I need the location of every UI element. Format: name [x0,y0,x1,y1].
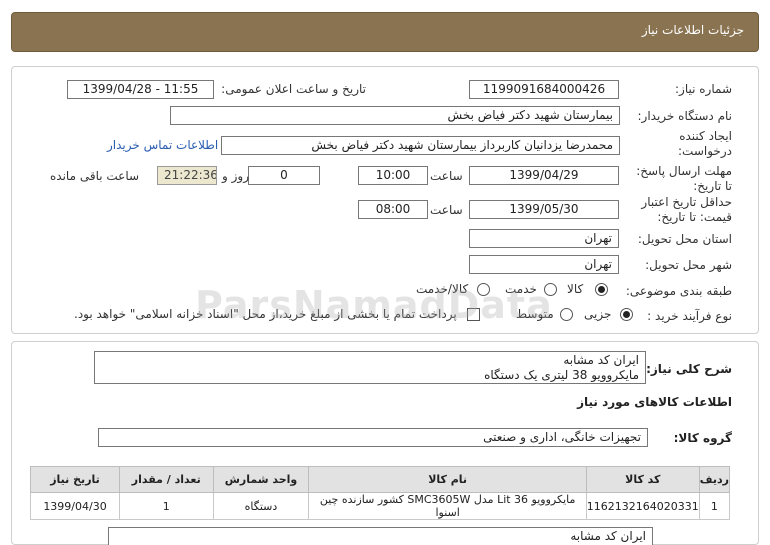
category-radio-service[interactable] [544,283,557,296]
goods-group-label: گروه کالا: [673,431,732,445]
page-header: جزئیات اطلاعات نیاز [11,12,759,52]
validity-date-field[interactable]: 1399/05/30 [469,200,619,219]
col-goods-name: نام کالا [308,466,587,493]
province-label: استان محل تحویل: [637,232,732,246]
buyer-notes-field[interactable]: ایران کد مشابه [108,527,653,545]
treasury-payment-note: پرداخت تمام یا بخشی از مبلغ خرید،از محل … [74,307,457,321]
category-radio-goods-service[interactable] [477,283,490,296]
announce-datetime-label: تاریخ و ساعت اعلان عمومی: [221,82,366,96]
validity-time-label: ساعت [430,203,463,217]
requester-label-line2: درخواست: [678,144,732,158]
goods-table: ردیف کد کالا نام کالا واحد شمارش تعداد /… [29,466,731,520]
buyer-notes-line-1: ایران کد مشابه [570,529,646,543]
need-number-label: شماره نیاز: [675,82,732,96]
category-option-goods-service: کالا/خدمت [416,282,469,296]
validity-label-line1: حداقل تاریخ اعتبار [641,195,732,209]
cell-quantity: 1 [119,492,214,520]
deadline-label-line1: مهلت ارسال پاسخ: [636,164,732,178]
need-number-field[interactable]: 1199091684000426 [469,80,619,99]
cell-goods-name: مایکروویو Lit 36 مدل SMC3605W کشور سازند… [308,492,587,520]
goods-table-header: ردیف کد کالا نام کالا واحد شمارش تعداد /… [29,466,731,493]
buyer-org-field[interactable]: بیمارستان شهید دکتر فیاض بخش [170,106,620,125]
process-radio-minor[interactable] [620,308,633,321]
deadline-label-line2: تا تاریخ: [693,179,732,193]
col-need-date: تاریخ نیاز [29,466,121,493]
category-radio-goods[interactable] [595,283,608,296]
city-field[interactable]: تهران [469,255,619,274]
deadline-time-field[interactable]: 10:00 [358,166,428,185]
cell-unit: دستگاه [212,492,310,520]
validity-label-line2: قیمت: تا تاریخ: [657,210,732,224]
col-goods-code: کد کالا [585,466,700,493]
remaining-time-field: 21:22:36 [157,166,217,185]
category-option-service: خدمت [505,282,537,296]
process-label: نوع فرآیند خرید : [647,309,732,323]
table-row[interactable]: 1 1162132164020331 مایکروویو Lit 36 مدل … [29,492,731,520]
province-field[interactable]: تهران [469,229,619,248]
col-quantity: تعداد / مقدار [119,466,214,493]
requester-field[interactable]: محمدرضا یزدانیان کاربرداز بیمارستان شهید… [221,136,620,155]
description-line-2: مایکروویو 38 لیتری یک دستگاه [484,368,639,382]
city-label: شهر محل تحویل: [645,258,732,272]
requester-label-line1: ایجاد کننده [679,129,732,143]
buyer-org-label: نام دستگاه خریدار: [637,109,733,123]
category-label: طبقه بندی موضوعی: [625,284,732,298]
description-field[interactable]: ایران کد مشابه مایکروویو 38 لیتری یک دست… [94,351,646,384]
days-label: روز و [222,169,249,183]
process-option-medium: متوسط [516,307,554,321]
description-label: شرح کلی نیاز: [646,362,732,376]
cell-need-date: 1399/04/30 [29,492,121,520]
days-remaining-field[interactable]: 0 [248,166,320,185]
buyer-contact-link[interactable]: اطلاعات تماس خریدار [107,138,218,152]
col-unit: واحد شمارش [212,466,310,493]
col-row-number: ردیف [698,466,731,493]
process-option-minor: جزیی [584,307,612,321]
cell-row-number: 1 [698,492,731,520]
description-line-1: ایران کد مشابه [563,353,639,367]
treasury-payment-checkbox[interactable] [467,308,480,321]
remaining-time-label: ساعت باقی مانده [50,169,140,183]
deadline-date-field[interactable]: 1399/04/29 [469,166,619,185]
cell-goods-code: 1162132164020331 [585,492,700,520]
goods-group-field[interactable]: تجهیزات خانگی، اداری و صنعتی [98,428,648,447]
validity-time-field[interactable]: 08:00 [358,200,428,219]
page-title: جزئیات اطلاعات نیاز [641,23,744,37]
deadline-time-label: ساعت [430,169,463,183]
goods-info-heading: اطلاعات کالاهای مورد نیاز [577,395,732,409]
process-radio-medium[interactable] [560,308,573,321]
category-option-goods: کالا [567,282,584,296]
announce-datetime-field[interactable]: 1399/04/28 - 11:55 [67,80,214,99]
